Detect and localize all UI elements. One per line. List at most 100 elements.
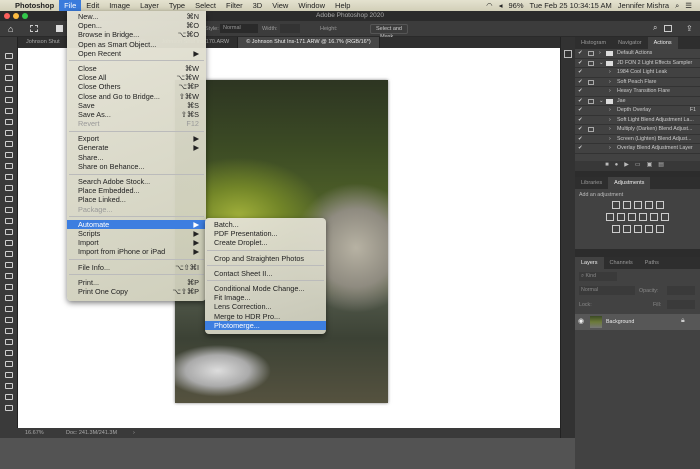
zoom-window-button[interactable]	[22, 13, 28, 19]
tool-icon[interactable]	[5, 163, 13, 169]
action-row[interactable]: ✔ › 1984 Cool Light Leak	[575, 68, 700, 78]
disclosure-chevron-icon[interactable]: ⌄	[599, 59, 603, 68]
tool-icon[interactable]	[5, 218, 13, 224]
dialog-toggle-icon[interactable]	[588, 79, 594, 85]
tool-icon[interactable]	[5, 130, 13, 136]
adjustment-icon[interactable]	[650, 213, 658, 221]
share-icon[interactable]: ⇪	[686, 24, 693, 33]
menu-item-save-as[interactable]: Save As... ⇧⌘S	[67, 110, 206, 119]
status-arrow-icon[interactable]: ›	[133, 428, 135, 438]
menu-item-lens-correction[interactable]: Lens Correction...	[205, 302, 326, 311]
menu-item-photomerge[interactable]: Photomerge...	[205, 320, 326, 330]
action-row[interactable]: ✔ › Depth Overlay F1	[575, 106, 700, 116]
dialog-toggle-icon[interactable]	[588, 60, 594, 66]
menu-item-open-as-smart-object[interactable]: Open as Smart Object...	[67, 40, 206, 49]
adjustment-icon[interactable]	[655, 201, 664, 209]
tool-icon[interactable]	[5, 251, 13, 257]
menu-item-share[interactable]: Share...	[67, 153, 206, 162]
menu-filter[interactable]: Filter	[221, 0, 248, 11]
adjustment-icon[interactable]	[622, 201, 631, 209]
adjustment-icon[interactable]	[661, 213, 669, 221]
menu-item-conditional-mode-change[interactable]: Conditional Mode Change...	[205, 284, 326, 293]
menu-item-import[interactable]: Import ▶	[67, 238, 206, 247]
menu-view[interactable]: View	[267, 0, 293, 11]
disclosure-chevron-icon[interactable]: ›	[609, 106, 611, 115]
workspace-icon[interactable]	[664, 25, 672, 32]
style-select[interactable]: Normal	[220, 24, 258, 33]
menu-item-automate[interactable]: Automate ▶	[67, 219, 206, 229]
adjustment-icon[interactable]	[633, 225, 642, 233]
checkmark-icon[interactable]: ✔	[578, 116, 582, 125]
action-row[interactable]: ✔ ⌄ Jae	[575, 96, 700, 106]
panel-tab-paths[interactable]: Paths	[639, 257, 665, 269]
search-icon[interactable]: ⌕	[653, 23, 657, 33]
menu-item-file-info[interactable]: File Info... ⌥⇧⌘I	[67, 263, 206, 272]
menu-item-new[interactable]: New... ⌘N	[67, 12, 206, 21]
menu-3d[interactable]: 3D	[248, 0, 268, 11]
tool-icon[interactable]	[5, 119, 13, 125]
disclosure-chevron-icon[interactable]: ›	[599, 49, 601, 58]
checkmark-icon[interactable]: ✔	[578, 59, 582, 68]
adjustment-icon[interactable]	[617, 213, 625, 221]
menu-item-create-droplet[interactable]: Create Droplet...	[205, 238, 326, 247]
clock[interactable]: Tue Feb 25 10:34:15 AM	[530, 1, 612, 10]
menu-item-merge-to-hdr-pro[interactable]: Merge to HDR Pro...	[205, 312, 326, 321]
home-icon[interactable]: ⌂	[8, 24, 13, 34]
tool-icon[interactable]	[5, 405, 13, 411]
tool-icon[interactable]	[5, 185, 13, 191]
tool-icon[interactable]	[5, 97, 13, 103]
menu-item-print[interactable]: Print... ⌘P	[67, 278, 206, 287]
checkmark-icon[interactable]: ✔	[578, 87, 582, 96]
adjustment-icon[interactable]	[611, 201, 620, 209]
tool-icon[interactable]	[5, 394, 13, 400]
disclosure-chevron-icon[interactable]: ›	[609, 144, 611, 153]
menu-window[interactable]: Window	[293, 0, 330, 11]
adjustment-icon[interactable]	[606, 213, 614, 221]
menu-item-close-and-go-to-bridge[interactable]: Close and Go to Bridge... ⇧⌘W	[67, 92, 206, 101]
history-icon[interactable]	[564, 50, 572, 58]
document-tab[interactable]: Johnson Shut	[18, 37, 69, 48]
menu-image[interactable]: Image	[104, 0, 135, 11]
disclosure-chevron-icon[interactable]: ›	[609, 87, 611, 96]
width-field[interactable]	[280, 24, 300, 33]
select-and-mask-button[interactable]: Select and Mask...	[370, 24, 408, 40]
adjustment-icon[interactable]	[622, 225, 631, 233]
marquee-tool-icon[interactable]	[30, 25, 38, 32]
opacity-field[interactable]	[667, 286, 695, 295]
tool-icon[interactable]	[5, 306, 13, 312]
disclosure-chevron-icon[interactable]: ›	[609, 125, 611, 134]
tool-icon[interactable]	[5, 350, 13, 356]
menu-item-open-recent[interactable]: Open Recent ▶	[67, 49, 206, 58]
menu-item-search-adobe-stock[interactable]: Search Adobe Stock...	[67, 177, 206, 186]
menu-item-fit-image[interactable]: Fit Image...	[205, 293, 326, 302]
dialog-toggle-icon[interactable]	[588, 51, 594, 56]
menu-item-share-on-behance[interactable]: Share on Behance...	[67, 162, 206, 171]
menu-item-batch[interactable]: Batch...	[205, 220, 326, 229]
adjustment-icon[interactable]	[611, 225, 620, 233]
action-row[interactable]: ✔ › Soft Light Blend Adjustment La...	[575, 115, 700, 125]
action-row[interactable]: ✔ ⌄ JD FON 2 Light Effects Sampler	[575, 58, 700, 68]
panel-tab-actions[interactable]: Actions	[647, 37, 678, 49]
checkmark-icon[interactable]: ✔	[578, 125, 582, 134]
menu-item-place-embedded[interactable]: Place Embedded...	[67, 186, 206, 195]
disclosure-chevron-icon[interactable]: ⌄	[599, 97, 603, 106]
checkmark-icon[interactable]: ✔	[578, 97, 582, 106]
menu-item-close-others[interactable]: Close Others ⌥⌘P	[67, 82, 206, 91]
adjustment-icon[interactable]	[644, 225, 653, 233]
tool-icon[interactable]	[5, 273, 13, 279]
menu-item-pdf-presentation[interactable]: PDF Presentation...	[205, 229, 326, 238]
tool-icon[interactable]	[5, 53, 13, 59]
panel-tab-libraries[interactable]: Libraries	[575, 177, 608, 189]
panel-tab-channels[interactable]: Channels	[604, 257, 639, 269]
action-row[interactable]: ✔ › Soft Peach Flare	[575, 77, 700, 87]
menu-file[interactable]: File	[59, 0, 82, 11]
tool-icon[interactable]	[5, 339, 13, 345]
dialog-toggle-icon[interactable]	[588, 98, 594, 104]
minimize-window-button[interactable]	[13, 13, 19, 19]
lock-icon[interactable]: 🔒︎	[681, 317, 685, 325]
layer-row[interactable]: ◉ Background 🔒︎	[575, 314, 700, 330]
tool-icon[interactable]	[5, 295, 13, 301]
menu-item-export[interactable]: Export ▶	[67, 134, 206, 143]
adjustment-icon[interactable]	[644, 201, 653, 209]
tool-icon[interactable]	[5, 86, 13, 92]
